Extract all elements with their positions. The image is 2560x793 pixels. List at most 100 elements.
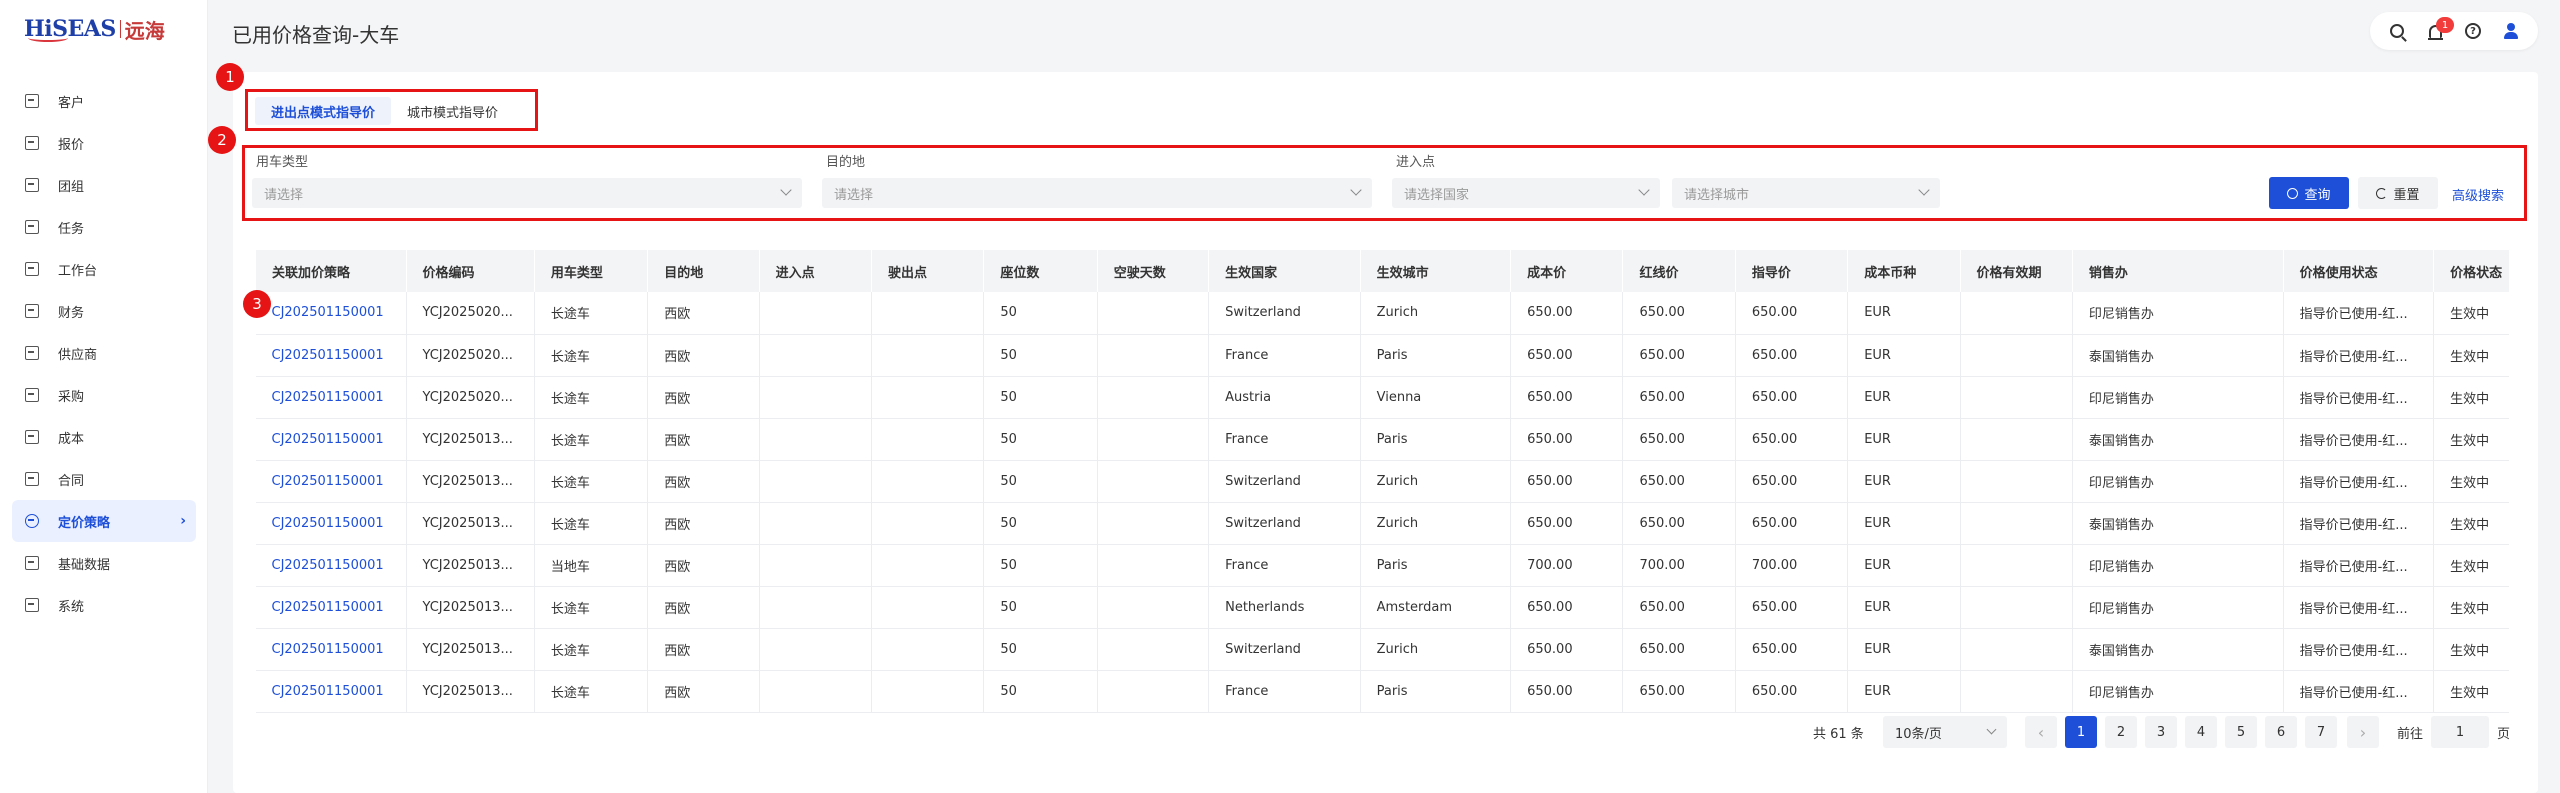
strategy-link[interactable]: CJ202501150001 <box>255 292 406 335</box>
table-cell <box>758 376 872 419</box>
page-button[interactable]: 4 <box>2185 716 2217 748</box>
table-cell: 650.00 <box>1510 418 1623 461</box>
column-header: 价格有效期 <box>1960 250 2073 292</box>
tab-entry-exit-mode[interactable]: 进出点模式指导价 <box>255 97 392 125</box>
sidebar-item-6[interactable]: 供应商 <box>12 332 196 374</box>
table-cell: 指导价已使用-红... <box>2282 334 2434 377</box>
table-cell <box>758 628 872 671</box>
sidebar-item-2[interactable]: 团组 <box>12 164 196 206</box>
strategy-link[interactable]: CJ202501150001 <box>255 502 406 545</box>
annotation-3: 3 <box>243 290 271 318</box>
table-cell: France <box>1208 670 1361 713</box>
sidebar-item-10[interactable]: 定价策略 › <box>12 500 196 542</box>
table-cell: YCJ2025013... <box>405 586 535 629</box>
next-page-button[interactable]: › <box>2347 716 2379 748</box>
table-cell: 650.00 <box>1622 460 1736 503</box>
page-button[interactable]: 7 <box>2305 716 2337 748</box>
strategy-link[interactable]: CJ202501150001 <box>255 460 406 503</box>
reset-button[interactable]: 重置 <box>2358 177 2438 209</box>
table-row: CJ202501150001 YCJ2025013... 长途车 西欧 50 Switze… <box>255 460 2509 503</box>
table-cell: 650.00 <box>1510 334 1623 377</box>
sidebar-item-0[interactable]: 客户 <box>12 80 196 122</box>
sidebar-item-7[interactable]: 采购 <box>12 374 196 416</box>
table-cell: Paris <box>1359 544 1511 587</box>
search-icon <box>2390 24 2404 38</box>
sidebar-item-1[interactable]: 报价 <box>12 122 196 164</box>
table-cell <box>758 586 872 629</box>
page-title: 已用价格查询-大车 <box>232 23 400 47</box>
page-button[interactable]: 6 <box>2265 716 2297 748</box>
goto-page-input[interactable]: 1 <box>2431 716 2489 748</box>
price-table: 关联加价策略 价格编码 用车类型 目的地 进入点 驶出点 座位数 空驶天数 生效国家 生效城市 成本… <box>255 250 2509 713</box>
table-cell: 指导价已使用-红... <box>2282 376 2434 419</box>
chevron-down-icon <box>780 184 792 196</box>
notification-button[interactable]: 1 <box>2416 12 2454 50</box>
table-cell: Zurich <box>1359 628 1511 671</box>
sidebar-item-12[interactable]: 系统 <box>12 584 196 626</box>
column-header: 生效国家 <box>1208 250 1361 292</box>
entry-country-select[interactable]: 请选择国家 <box>1392 178 1660 208</box>
strategy-link[interactable]: CJ202501150001 <box>255 670 406 713</box>
strategy-link[interactable]: CJ202501150001 <box>255 628 406 671</box>
sidebar-item-3[interactable]: 任务 <box>12 206 196 248</box>
advanced-search-link[interactable]: 高级搜索 <box>2452 185 2504 204</box>
query-button[interactable]: 查询 <box>2269 177 2349 209</box>
sidebar-item-11[interactable]: 基础数据 <box>12 542 196 584</box>
entry-country-placeholder: 请选择国家 <box>1404 187 1470 203</box>
annotation-2: 2 <box>208 126 236 154</box>
table-cell: 长途车 <box>533 460 648 503</box>
table-cell: 650.00 <box>1510 502 1623 545</box>
column-header: 销售办 <box>2072 250 2284 292</box>
entry-city-select[interactable]: 请选择城市 <box>1672 178 1940 208</box>
table-cell <box>1096 628 1209 671</box>
table-cell: 指导价已使用-红... <box>2282 544 2434 587</box>
table-cell: Paris <box>1359 418 1511 461</box>
sidebar-item-label: 客户 <box>58 95 85 111</box>
help-button[interactable]: ? <box>2454 12 2492 50</box>
destination-select[interactable]: 请选择 <box>822 178 1372 208</box>
table-cell: YCJ2025013... <box>405 460 535 503</box>
sidebar-item-8[interactable]: 成本 <box>12 416 196 458</box>
strategy-link[interactable]: CJ202501150001 <box>255 334 406 377</box>
table-cell: 西欧 <box>647 586 760 629</box>
page-button[interactable]: 1 <box>2065 716 2097 748</box>
sidebar-item-label: 任务 <box>58 221 85 237</box>
pricing-icon <box>24 513 40 529</box>
table-cell: 印尼销售办 <box>2071 292 2284 335</box>
page-button[interactable]: 5 <box>2225 716 2257 748</box>
search-button[interactable] <box>2378 12 2416 50</box>
notification-badge: 1 <box>2436 17 2454 33</box>
sidebar-item-5[interactable]: 财务 <box>12 290 196 332</box>
table-cell: 西欧 <box>647 334 760 377</box>
reset-button-label: 重置 <box>2393 187 2420 203</box>
page-button[interactable]: 3 <box>2145 716 2177 748</box>
prev-page-button[interactable]: ‹ <box>2025 716 2057 748</box>
page-size-select[interactable]: 10条/页 <box>1883 716 2007 748</box>
sidebar-item-9[interactable]: 合同 <box>12 458 196 500</box>
column-header: 生效城市 <box>1360 250 1511 292</box>
table-cell <box>758 292 872 335</box>
page-button[interactable]: 2 <box>2105 716 2137 748</box>
table-cell: 650.00 <box>1510 586 1623 629</box>
vehicle-type-select[interactable]: 请选择 <box>252 178 802 208</box>
table-cell: 650.00 <box>1734 418 1848 461</box>
table-cell: YCJ2025013... <box>405 544 535 587</box>
chevron-down-icon <box>1986 724 1997 735</box>
sidebar-item-label: 工作台 <box>58 263 98 279</box>
strategy-link[interactable]: CJ202501150001 <box>255 418 406 461</box>
cost-icon <box>24 429 40 445</box>
user-button[interactable] <box>2492 12 2530 50</box>
column-header: 价格状态 <box>2433 250 2509 292</box>
chevron-down-icon <box>1350 184 1362 196</box>
strategy-link[interactable]: CJ202501150001 <box>255 544 406 587</box>
table-cell: 生效中 <box>2433 544 2509 587</box>
strategy-link[interactable]: CJ202501150001 <box>255 376 406 419</box>
table-cell: Amsterdam <box>1359 586 1511 629</box>
table-cell <box>1096 292 1209 335</box>
sidebar-item-4[interactable]: 工作台 <box>12 248 196 290</box>
table-cell: 生效中 <box>2433 628 2509 671</box>
tab-city-mode[interactable]: 城市模式指导价 <box>391 97 514 125</box>
table-cell: 50 <box>983 376 1098 419</box>
quote-icon <box>24 135 40 151</box>
strategy-link[interactable]: CJ202501150001 <box>255 586 406 629</box>
